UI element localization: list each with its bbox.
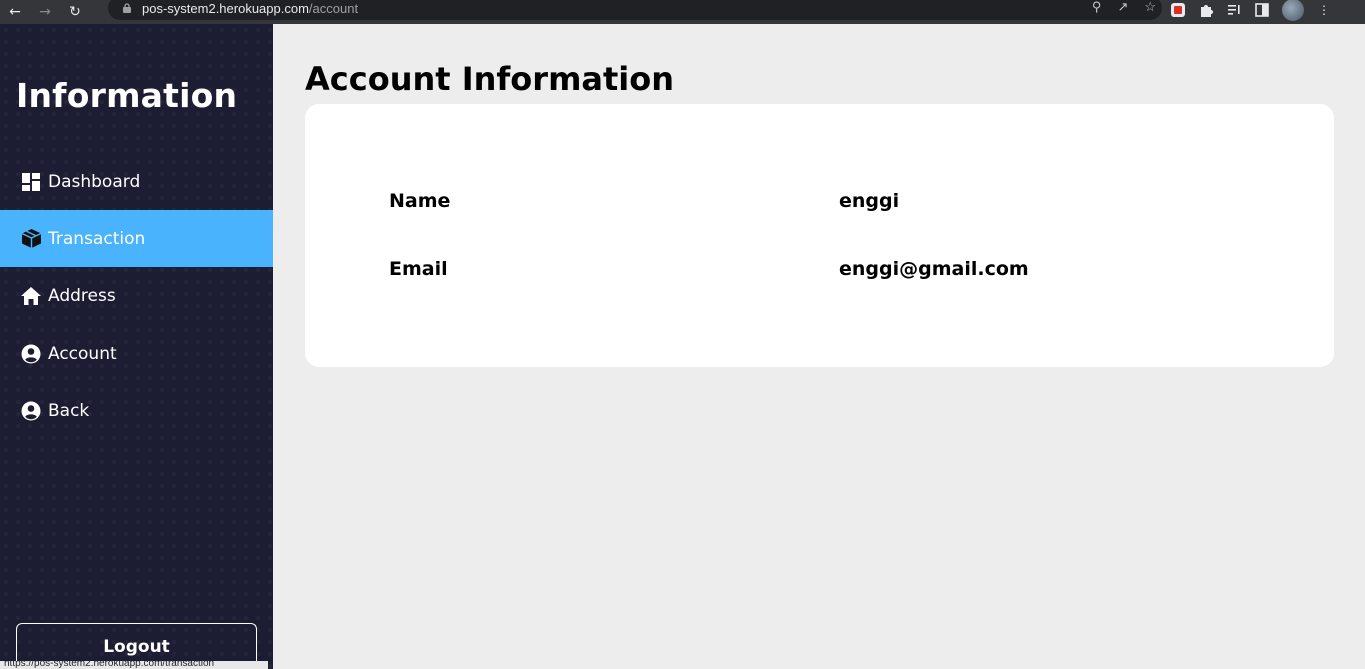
sidebar-item-back[interactable]: Back	[0, 382, 273, 439]
sidebar-item-label: Dashboard	[48, 171, 141, 192]
back-arrow-icon[interactable]: ←	[0, 0, 30, 24]
side-panel-icon[interactable]	[1254, 2, 1270, 18]
media-queue-icon[interactable]	[1226, 2, 1242, 18]
sidebar-item-label: Transaction	[48, 228, 146, 249]
url-host: pos-system2.herokuapp.com	[142, 0, 309, 16]
name-label: Name	[389, 190, 451, 212]
sidebar-item-transaction[interactable]: Transaction	[0, 210, 273, 267]
profile-avatar[interactable]	[1282, 0, 1304, 21]
reload-icon[interactable]: ↻	[60, 0, 90, 24]
more-menu-icon[interactable]: ⋮	[1316, 2, 1332, 18]
star-icon[interactable]: ☆	[1144, 0, 1156, 15]
account-circle-icon	[20, 400, 42, 422]
address-bar[interactable]: pos-system2.herokuapp.com/account ⚲ ↗ ☆	[108, 0, 1162, 20]
email-value: enggi@gmail.com	[839, 258, 1029, 280]
sidebar-item-label: Back	[48, 400, 90, 421]
home-icon	[20, 285, 42, 307]
lock-icon	[123, 3, 131, 13]
url-path: /account	[308, 0, 359, 16]
sidebar-item-dashboard[interactable]: Dashboard	[0, 153, 273, 210]
browser-toolbar: ← → ↻ pos-system2.herokuapp.com/account …	[0, 0, 1365, 24]
sidebar: Information Dashboard Transaction Addres…	[0, 24, 273, 669]
sidebar-item-account[interactable]: Account	[0, 325, 273, 382]
extension-red-icon[interactable]	[1170, 2, 1186, 18]
box-icon	[20, 228, 42, 250]
sidebar-item-address[interactable]: Address	[0, 267, 273, 324]
email-label: Email	[389, 258, 448, 280]
sidebar-item-label: Address	[48, 285, 116, 306]
account-info-card: Name enggi Email enggi@gmail.com	[305, 104, 1334, 367]
dashboard-icon	[20, 171, 42, 193]
share-icon[interactable]: ↗	[1117, 0, 1128, 15]
sidebar-brand: Information	[16, 76, 238, 115]
forward-arrow-icon[interactable]: →	[30, 0, 60, 24]
puzzle-icon[interactable]	[1198, 2, 1214, 18]
page-title: Account Information	[305, 60, 675, 98]
key-icon[interactable]: ⚲	[1092, 0, 1102, 15]
sidebar-item-label: Account	[48, 343, 117, 364]
name-value: enggi	[839, 190, 900, 212]
account-circle-icon	[20, 343, 42, 365]
status-bar-url: https://pos-system2.herokuapp.com/transa…	[0, 661, 268, 669]
